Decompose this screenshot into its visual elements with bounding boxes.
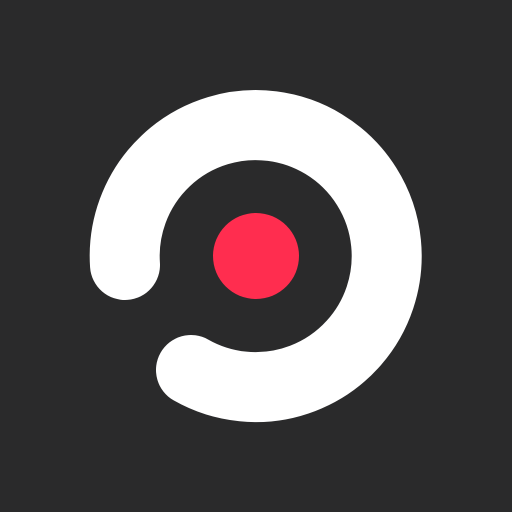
record-disc-logo-icon	[0, 0, 512, 512]
app-icon-tile[interactable]	[0, 0, 512, 512]
record-dot	[213, 213, 299, 299]
